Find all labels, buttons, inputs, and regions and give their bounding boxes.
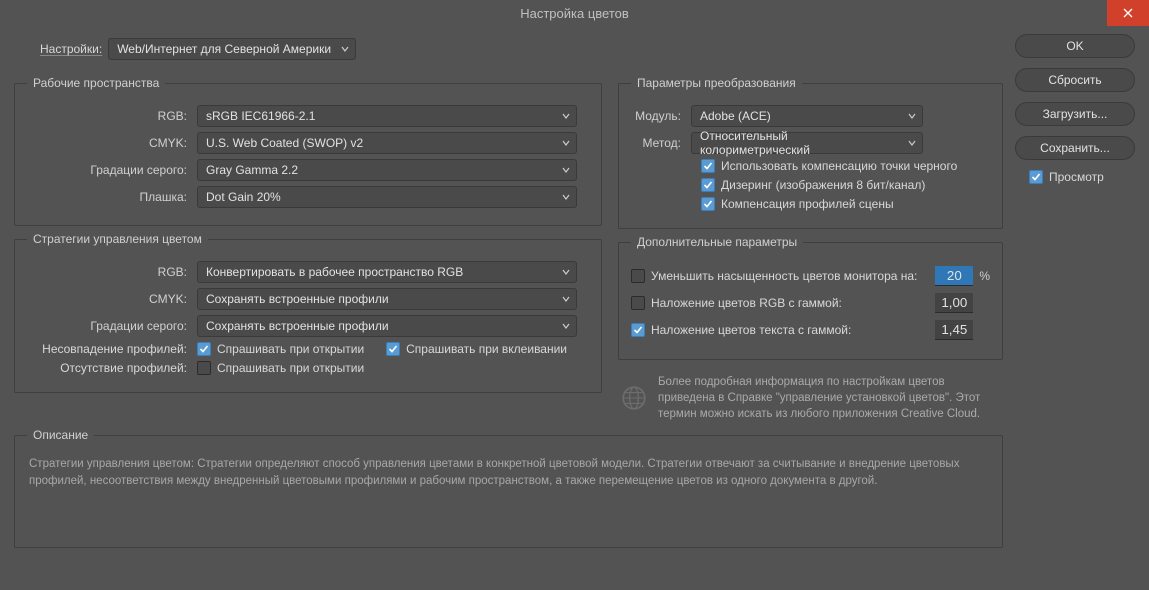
blend-rgb-input[interactable] xyxy=(935,293,973,313)
intent-label: Метод: xyxy=(631,136,691,150)
description-group: Описание Стратегии управления цветом: Ст… xyxy=(14,428,1003,548)
close-button[interactable] xyxy=(1107,0,1149,26)
workspace-cmyk-select[interactable]: U.S. Web Coated (SWOP) v2 xyxy=(197,132,577,154)
engine-label: Модуль: xyxy=(631,109,691,123)
description-text: Стратегии управления цветом: Стратегии о… xyxy=(27,452,990,493)
window-title: Настройка цветов xyxy=(520,6,629,21)
workspaces-legend: Рабочие пространства xyxy=(27,76,165,90)
chevron-down-icon xyxy=(562,193,570,201)
spot-label: Плашка: xyxy=(27,190,197,204)
ok-button[interactable]: OK xyxy=(1015,34,1135,58)
chevron-down-icon xyxy=(562,166,570,174)
info-text: Более подробная информация по настройкам… xyxy=(658,374,1001,422)
policies-legend: Стратегии управления цветом xyxy=(27,232,208,246)
dither-checkbox[interactable]: Дизеринг (изображения 8 бит/канал) xyxy=(701,178,925,192)
description-legend: Описание xyxy=(27,428,94,442)
advanced-group: Дополнительные параметры Уменьшить насыщ… xyxy=(618,235,1003,360)
missing-label: Отсутствие профилей: xyxy=(27,361,197,375)
cancel-button[interactable]: Сбросить xyxy=(1015,68,1135,92)
bpc-checkbox[interactable]: Использовать компенсацию точки черного xyxy=(701,159,957,173)
chevron-down-icon xyxy=(341,45,349,53)
workspace-spot-select[interactable]: Dot Gain 20% xyxy=(197,186,577,208)
info-block: Более подробная информация по настройкам… xyxy=(618,374,1003,422)
policy-cmyk-select[interactable]: Сохранять встроенные профили xyxy=(197,288,577,310)
chevron-down-icon xyxy=(562,295,570,303)
policies-group: Стратегии управления цветом RGB: Конверт… xyxy=(14,232,602,393)
policy-rgb-select[interactable]: Конвертировать в рабочее пространство RG… xyxy=(197,261,577,283)
blend-text-checkbox[interactable]: Наложение цветов текста с гаммой: xyxy=(631,323,851,337)
mismatch-label: Несовпадение профилей: xyxy=(27,342,197,356)
presets-label: Настройки: xyxy=(40,42,102,56)
chevron-down-icon xyxy=(562,139,570,147)
chevron-down-icon xyxy=(908,139,916,147)
chevron-down-icon xyxy=(562,322,570,330)
load-button[interactable]: Загрузить... xyxy=(1015,102,1135,126)
cmyk-label: CMYK: xyxy=(27,136,197,150)
policy-gray-label: Градации серого: xyxy=(27,319,197,333)
workspace-rgb-select[interactable]: sRGB IEC61966-2.1 xyxy=(197,105,577,127)
advanced-legend: Дополнительные параметры xyxy=(631,235,803,249)
scene-checkbox[interactable]: Компенсация профилей сцены xyxy=(701,197,894,211)
title-bar: Настройка цветов xyxy=(0,0,1149,26)
rgb-label: RGB: xyxy=(27,109,197,123)
conversion-legend: Параметры преобразования xyxy=(631,76,802,90)
save-button[interactable]: Сохранить... xyxy=(1015,136,1135,160)
intent-select[interactable]: Относительный колориметрический xyxy=(691,132,923,154)
presets-select[interactable]: Web/Интернет для Северной Америки xyxy=(108,38,356,60)
chevron-down-icon xyxy=(908,112,916,120)
desaturate-input[interactable] xyxy=(935,266,973,286)
gray-label: Градации серого: xyxy=(27,163,197,177)
engine-select[interactable]: Adobe (ACE) xyxy=(691,105,923,127)
chevron-down-icon xyxy=(562,268,570,276)
close-icon xyxy=(1123,8,1133,18)
conversion-group: Параметры преобразования Модуль: Adobe (… xyxy=(618,76,1003,229)
preview-checkbox[interactable]: Просмотр xyxy=(1029,170,1104,184)
missing-ask-open-checkbox[interactable]: Спрашивать при открытии xyxy=(197,361,364,375)
ask-open-checkbox[interactable]: Спрашивать при открытии xyxy=(197,342,364,356)
chevron-down-icon xyxy=(562,112,570,120)
policy-rgb-label: RGB: xyxy=(27,265,197,279)
ask-paste-checkbox[interactable]: Спрашивать при вклеивании xyxy=(386,342,567,356)
blend-rgb-checkbox[interactable]: Наложение цветов RGB с гаммой: xyxy=(631,296,842,310)
workspaces-group: Рабочие пространства RGB: sRGB IEC61966-… xyxy=(14,76,602,226)
desaturate-checkbox[interactable]: Уменьшить насыщенность цветов монитора н… xyxy=(631,269,917,283)
globe-icon xyxy=(620,374,648,422)
workspace-gray-select[interactable]: Gray Gamma 2.2 xyxy=(197,159,577,181)
policy-gray-select[interactable]: Сохранять встроенные профили xyxy=(197,315,577,337)
blend-text-input[interactable] xyxy=(935,320,973,340)
policy-cmyk-label: CMYK: xyxy=(27,292,197,306)
